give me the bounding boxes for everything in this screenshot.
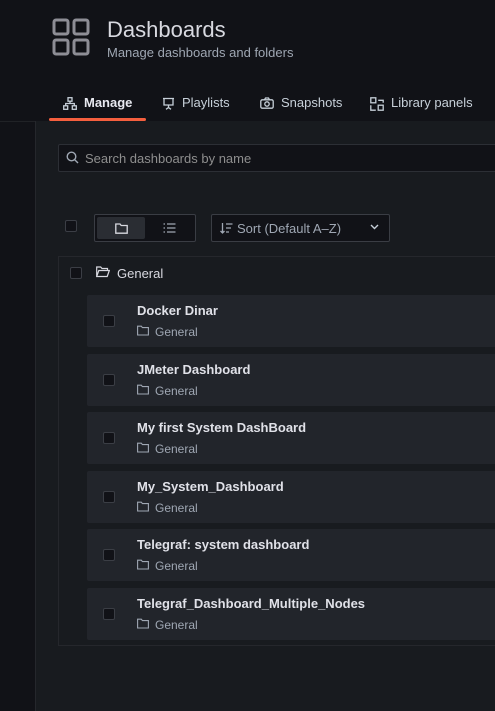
dashboard-checkbox[interactable]	[103, 491, 115, 503]
folder-checkbox[interactable]	[70, 267, 82, 279]
dashboard-folder-label: General	[155, 618, 198, 632]
view-toggle	[94, 214, 196, 242]
sort-icon	[220, 223, 233, 234]
dashboard-item[interactable]: My_System_Dashboard General	[87, 471, 495, 523]
dashboard-title: Telegraf_Dashboard_Multiple_Nodes	[137, 596, 366, 611]
tab-library-panels[interactable]: Library panels	[370, 95, 473, 121]
dashboard-folder-label: General	[155, 442, 198, 456]
dashboard-item[interactable]: My first System DashBoard General	[87, 412, 495, 464]
dashboard-title: My_System_Dashboard	[137, 479, 284, 494]
page-subtitle: Manage dashboards and folders	[107, 45, 294, 60]
dashboard-checkbox[interactable]	[103, 608, 115, 620]
list-bottom-divider	[58, 645, 495, 646]
page-title: Dashboards	[107, 17, 226, 42]
search-icon	[66, 151, 79, 164]
select-all-checkbox[interactable]	[65, 220, 77, 232]
folder-open-icon	[96, 266, 110, 278]
tab-library-panels-label: Library panels	[391, 95, 473, 110]
dashboard-checkbox[interactable]	[103, 374, 115, 386]
dashboard-title: Telegraf: system dashboard	[137, 537, 310, 552]
sitemap-icon	[63, 97, 77, 110]
tab-snapshots-label: Snapshots	[281, 95, 343, 110]
chevron-down-icon	[370, 224, 379, 230]
library-panel-icon	[370, 97, 384, 111]
sort-select[interactable]: Sort (Default A–Z)	[211, 214, 390, 242]
list-icon	[163, 223, 175, 233]
list-view-button[interactable]	[145, 217, 193, 239]
dashboard-checkbox[interactable]	[103, 432, 115, 444]
dashboard-title: Docker Dinar	[137, 303, 218, 318]
folder-icon	[137, 618, 149, 629]
dashboard-checkbox[interactable]	[103, 549, 115, 561]
folder-icon	[137, 559, 149, 570]
dashboard-title: My first System DashBoard	[137, 420, 307, 435]
presentation-icon	[163, 97, 174, 110]
dashboard-folder-label: General	[155, 384, 198, 398]
tab-manage-label: Manage	[84, 95, 133, 110]
folder-icon	[114, 222, 128, 234]
dashboard-item[interactable]: Docker Dinar General	[87, 295, 495, 347]
dashboard-item[interactable]: Telegraf: system dashboard General	[87, 529, 495, 581]
dashboard-folder-label: General	[155, 501, 198, 515]
search-input[interactable]: Search dashboards by name	[58, 144, 495, 172]
camera-icon	[260, 97, 274, 109]
tab-snapshots[interactable]: Snapshots	[260, 95, 342, 121]
dashboard-item[interactable]: JMeter Dashboard General	[87, 354, 495, 406]
tab-playlists[interactable]: Playlists	[162, 95, 230, 121]
folder-icon	[137, 325, 149, 336]
tab-playlists-label: Playlists	[182, 95, 230, 110]
dashboard-folder-label: General	[155, 559, 198, 573]
folder-view-button[interactable]	[97, 217, 145, 239]
dashboards-grid-icon	[52, 18, 90, 56]
folder-icon	[137, 501, 149, 512]
folder-name: General	[117, 266, 164, 281]
dashboard-folder-label: General	[155, 325, 198, 339]
dashboard-checkbox[interactable]	[103, 315, 115, 327]
folder-icon	[137, 384, 149, 395]
search-placeholder: Search dashboards by name	[85, 151, 252, 166]
dashboard-title: JMeter Dashboard	[137, 362, 251, 377]
dashboard-item[interactable]: Telegraf_Dashboard_Multiple_Nodes Genera…	[87, 588, 495, 640]
sort-label: Sort (Default A–Z)	[237, 221, 342, 236]
folder-icon	[137, 442, 149, 453]
